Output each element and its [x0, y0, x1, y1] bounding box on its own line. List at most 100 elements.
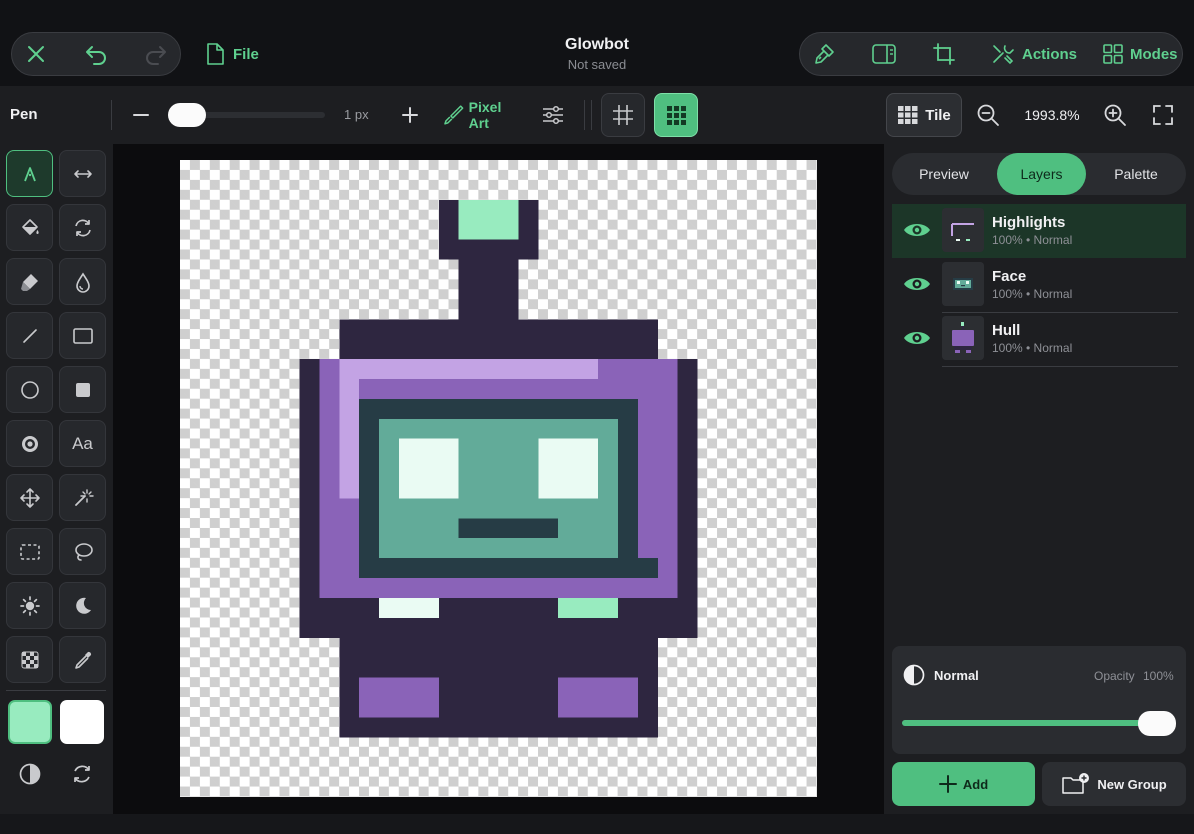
layer-name: Hull — [992, 322, 1021, 339]
divider — [584, 100, 585, 130]
zoom-in-icon[interactable] — [1102, 101, 1128, 129]
pixel-grid-toggle[interactable] — [601, 93, 645, 137]
swap-colors-icon[interactable] — [68, 760, 96, 788]
brush-adjust-icon[interactable] — [540, 101, 566, 129]
add-layer-label: Add — [962, 776, 989, 792]
opacity-label: Opacity — [1094, 669, 1135, 683]
eraser-tool[interactable] — [6, 258, 53, 305]
new-group-button[interactable]: New Group — [1042, 762, 1186, 806]
magic-wand-tool[interactable] — [59, 474, 106, 521]
rotate-tool[interactable] — [59, 204, 106, 251]
eraser-icon — [20, 273, 38, 291]
eye-icon[interactable] — [902, 217, 932, 243]
lasso-tool[interactable] — [59, 528, 106, 575]
brighten-tool[interactable] — [6, 582, 53, 629]
sprite-pixel-block — [359, 677, 439, 718]
grid-modes-icon — [1103, 44, 1123, 64]
blend-mode-icon[interactable] — [902, 663, 926, 687]
layer-row-highlights[interactable]: Highlights 100% • Normal — [892, 204, 1186, 258]
sprite-pixel-block — [339, 359, 360, 499]
pen-icon — [23, 166, 36, 181]
line-icon — [22, 328, 37, 343]
new-group-label: New Group — [1097, 776, 1167, 792]
tile-grid-toggle[interactable] — [654, 93, 698, 137]
tile-icon — [898, 106, 918, 124]
tab-palette[interactable]: Palette — [1090, 153, 1182, 195]
hash-grid-icon — [613, 105, 633, 125]
tab-layers[interactable]: Layers — [997, 153, 1086, 195]
dither-tool[interactable] — [6, 636, 53, 683]
layer-row-hull[interactable]: Hull 100% • Normal — [892, 312, 1186, 367]
crop-icon[interactable] — [930, 40, 958, 68]
darken-tool[interactable] — [59, 582, 106, 629]
brush-icon — [444, 105, 464, 125]
layer-row-face[interactable]: Face 100% • Normal — [892, 258, 1186, 313]
opacity-slider-fill — [902, 720, 1162, 726]
eyedropper-tool[interactable] — [59, 636, 106, 683]
text-tool[interactable]: Aa — [59, 420, 106, 467]
tool-options-bar: Pen 1 px Pixel Art Tile 1993.8% — [0, 86, 1194, 144]
fullscreen-icon[interactable] — [1150, 101, 1176, 129]
divider — [6, 690, 106, 691]
sprite-leg-gap — [439, 678, 558, 738]
zoom-level[interactable]: 1993.8% — [1016, 107, 1088, 123]
rect-select-tool[interactable] — [6, 528, 53, 575]
filled-rectangle-tool[interactable] — [59, 366, 106, 413]
line-tool[interactable] — [6, 312, 53, 359]
smudge-tool[interactable] — [59, 258, 106, 305]
modes-button[interactable]: Modes — [1102, 40, 1182, 68]
pixel-canvas[interactable] — [180, 160, 817, 797]
sprite-pixel-block — [458, 518, 559, 539]
darken-icon — [75, 597, 91, 614]
pen-tool[interactable] — [6, 150, 53, 197]
decrease-size-icon[interactable] — [130, 101, 152, 129]
current-tool-name: Pen — [10, 106, 38, 123]
sidebar-toggle-icon[interactable] — [870, 40, 898, 68]
opacity-value: 100% — [1143, 669, 1174, 683]
brush-preset-label: Pixel Art — [468, 99, 502, 131]
primary-color-swatch[interactable] — [8, 700, 52, 744]
brush-preset-button[interactable]: Pixel Art — [442, 99, 524, 131]
layer-thumbnail — [942, 316, 984, 360]
sprite-pixel-block — [538, 438, 599, 499]
radial-tool[interactable] — [6, 420, 53, 467]
tile-button[interactable]: Tile — [886, 93, 962, 137]
bottom-strip — [0, 814, 1194, 834]
actions-button[interactable]: Actions — [990, 40, 1080, 68]
add-layer-button[interactable]: Add — [892, 762, 1035, 806]
tab-preview[interactable]: Preview — [898, 153, 990, 195]
layer-name: Highlights — [992, 214, 1066, 231]
robot-sprite — [299, 199, 698, 738]
layer-meta: 100% • Normal — [992, 233, 1073, 247]
sprite-pixel-block — [677, 597, 698, 638]
brush-size-slider-thumb[interactable] — [168, 103, 206, 127]
symmetry-tool[interactable] — [59, 150, 106, 197]
sprite-pixel-block — [637, 398, 658, 559]
brighten-icon — [19, 595, 40, 616]
opacity-slider[interactable] — [902, 720, 1162, 726]
layer-meta: 100% • Normal — [992, 341, 1073, 355]
fill-tool[interactable] — [6, 204, 53, 251]
wrench-icon — [993, 45, 1014, 65]
folder-add-icon — [1062, 773, 1090, 794]
zoom-out-icon[interactable] — [975, 101, 1001, 129]
rotate-icon — [74, 219, 91, 236]
sprite-pixel-block — [398, 438, 459, 499]
layer-thumbnail — [942, 262, 984, 306]
increase-size-icon[interactable] — [398, 101, 422, 129]
brush-settings-icon[interactable] — [810, 40, 838, 68]
color-contrast-icon[interactable] — [16, 760, 44, 788]
eye-icon[interactable] — [902, 325, 932, 351]
lasso-icon — [74, 542, 93, 561]
move-tool[interactable] — [6, 474, 53, 521]
rectangle-tool[interactable] — [59, 312, 106, 359]
ellipse-tool[interactable] — [6, 366, 53, 413]
eyedropper-icon — [74, 651, 91, 669]
symmetry-icon — [73, 169, 92, 178]
sprite-pixel-block — [299, 597, 320, 638]
secondary-color-swatch[interactable] — [60, 700, 104, 744]
opacity-slider-thumb[interactable] — [1138, 711, 1176, 736]
move-icon — [19, 487, 40, 508]
eye-icon[interactable] — [902, 271, 932, 297]
blend-mode-label[interactable]: Normal — [934, 668, 979, 683]
